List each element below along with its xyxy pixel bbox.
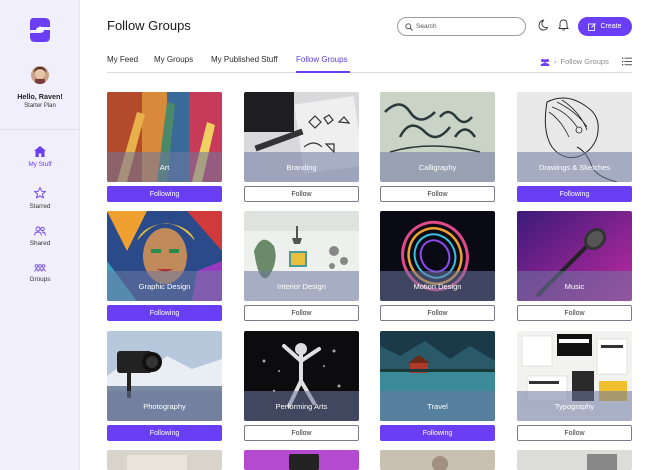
group-name: Motion Design bbox=[413, 282, 462, 291]
group-image[interactable]: Photography bbox=[107, 331, 222, 421]
group-image[interactable] bbox=[107, 450, 222, 470]
sidebar: Hello, Raven! Starter Plan My Stuff Star… bbox=[0, 0, 80, 470]
group-image[interactable] bbox=[517, 450, 632, 470]
sidebar-item-my-stuff[interactable]: My Stuff bbox=[0, 146, 80, 168]
sidebar-item-label: My Stuff bbox=[28, 161, 52, 168]
star-icon bbox=[34, 187, 46, 199]
dark-mode-moon-icon[interactable] bbox=[537, 19, 548, 31]
user-greeting: Hello, Raven! bbox=[17, 92, 63, 101]
sidebar-item-label: Starred bbox=[29, 203, 51, 210]
group-name: Interior Design bbox=[277, 282, 326, 291]
tab-my-feed[interactable]: My Feed bbox=[107, 55, 138, 64]
follow-toggle-button[interactable]: Following bbox=[517, 186, 632, 202]
group-name: Performing Arts bbox=[275, 402, 328, 411]
group-name: Travel bbox=[427, 402, 448, 411]
group-image[interactable]: Typography bbox=[517, 331, 632, 421]
group-image[interactable]: Branding bbox=[244, 92, 359, 182]
group-name: Branding bbox=[286, 163, 317, 172]
group-name: Art bbox=[159, 163, 170, 172]
search-box[interactable] bbox=[397, 17, 526, 36]
follow-toggle-button[interactable]: Follow bbox=[244, 186, 359, 202]
tab-my-groups[interactable]: My Groups bbox=[154, 55, 193, 64]
active-tab-indicator bbox=[296, 71, 350, 73]
group-image[interactable]: Drawings & Sketches bbox=[517, 92, 632, 182]
breadcrumb-current[interactable]: Follow Groups bbox=[561, 57, 609, 66]
follow-toggle-button[interactable]: Follow bbox=[517, 305, 632, 321]
follow-toggle-button[interactable]: Follow bbox=[380, 305, 495, 321]
groups-icon bbox=[34, 264, 46, 272]
follow-toggle-button[interactable]: Following bbox=[107, 305, 222, 321]
search-icon bbox=[405, 23, 413, 31]
chevron-right-icon: › bbox=[554, 57, 557, 66]
group-image[interactable]: Interior Design bbox=[244, 211, 359, 301]
follow-toggle-button[interactable]: Follow bbox=[517, 425, 632, 441]
group-name: Music bbox=[564, 282, 585, 291]
create-button-label: Create bbox=[600, 23, 622, 30]
breadcrumb: › Follow Groups bbox=[540, 57, 609, 66]
user-plan: Starter Plan bbox=[24, 103, 56, 109]
s-logo-icon[interactable] bbox=[29, 17, 51, 43]
sidebar-item-shared[interactable]: Shared bbox=[0, 226, 80, 247]
group-image[interactable] bbox=[244, 450, 359, 470]
search-input[interactable] bbox=[416, 20, 516, 33]
group-name: Photography bbox=[143, 402, 186, 411]
sidebar-item-label: Groups bbox=[29, 276, 51, 283]
group-name: Calligraphy bbox=[418, 163, 457, 172]
group-image[interactable]: Performing Arts bbox=[244, 331, 359, 421]
edit-icon bbox=[588, 22, 597, 31]
group-name: Graphic Design bbox=[138, 282, 191, 291]
page-title: Follow Groups bbox=[107, 18, 191, 33]
list-view-icon[interactable] bbox=[622, 57, 632, 66]
group-image[interactable]: Music bbox=[517, 211, 632, 301]
follow-toggle-button[interactable]: Following bbox=[380, 425, 495, 441]
people-icon bbox=[34, 226, 46, 236]
sidebar-item-starred[interactable]: Starred bbox=[0, 187, 80, 210]
tab-my-published-stuff[interactable]: My Published Stuff bbox=[211, 55, 278, 64]
user-panel: Hello, Raven! Starter Plan bbox=[0, 64, 80, 130]
group-image[interactable]: Motion Design bbox=[380, 211, 495, 301]
group-name: Drawings & Sketches bbox=[538, 163, 611, 172]
avatar[interactable] bbox=[31, 66, 49, 84]
follow-toggle-button[interactable]: Following bbox=[107, 186, 222, 202]
group-image[interactable] bbox=[380, 450, 495, 470]
group-image[interactable]: Calligraphy bbox=[380, 92, 495, 182]
tab-divider bbox=[107, 72, 632, 73]
follow-toggle-button[interactable]: Follow bbox=[380, 186, 495, 202]
follow-toggle-button[interactable]: Follow bbox=[244, 305, 359, 321]
home-icon bbox=[34, 146, 46, 157]
group-image[interactable]: Graphic Design bbox=[107, 211, 222, 301]
follow-toggle-button[interactable]: Following bbox=[107, 425, 222, 441]
group-image[interactable]: Travel bbox=[380, 331, 495, 421]
bell-icon[interactable] bbox=[558, 19, 569, 31]
groups-icon bbox=[540, 58, 550, 66]
sidebar-item-label: Shared bbox=[29, 240, 51, 247]
group-image[interactable]: Art bbox=[107, 92, 222, 182]
group-name: Typography bbox=[554, 402, 595, 411]
create-button[interactable]: Create bbox=[578, 17, 632, 36]
sidebar-item-groups[interactable]: Groups bbox=[0, 264, 80, 283]
tab-follow-groups[interactable]: Follow Groups bbox=[296, 55, 348, 64]
follow-toggle-button[interactable]: Follow bbox=[244, 425, 359, 441]
